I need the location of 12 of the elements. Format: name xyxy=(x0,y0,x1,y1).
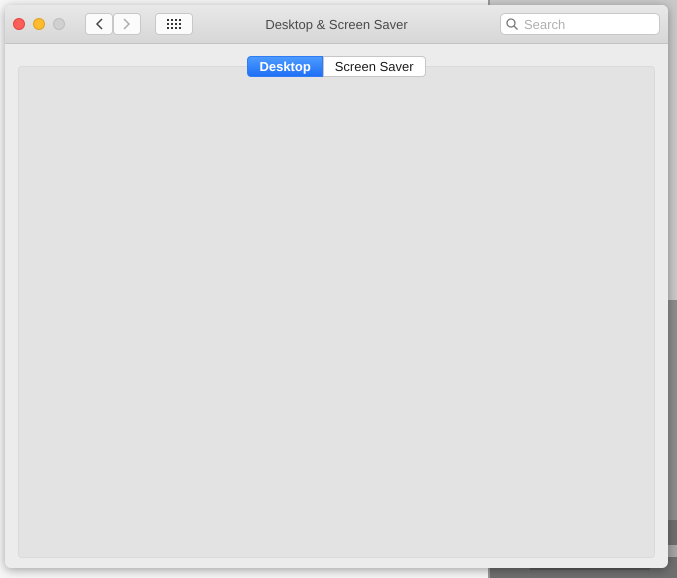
minimize-icon[interactable] xyxy=(33,18,45,30)
chevron-right-icon xyxy=(123,18,131,30)
grid-icon xyxy=(167,19,181,29)
back-button[interactable] xyxy=(85,13,113,35)
search-icon xyxy=(506,18,518,30)
window-title: Desktop & Screen Saver xyxy=(265,16,408,32)
grid-button[interactable] xyxy=(155,13,193,35)
close-icon[interactable] xyxy=(13,18,25,30)
tab[interactable]: Desktop xyxy=(247,56,323,77)
tab[interactable]: Screen Saver xyxy=(322,56,426,77)
chevron-left-icon xyxy=(95,18,103,30)
search-field[interactable]: Search xyxy=(500,13,660,35)
